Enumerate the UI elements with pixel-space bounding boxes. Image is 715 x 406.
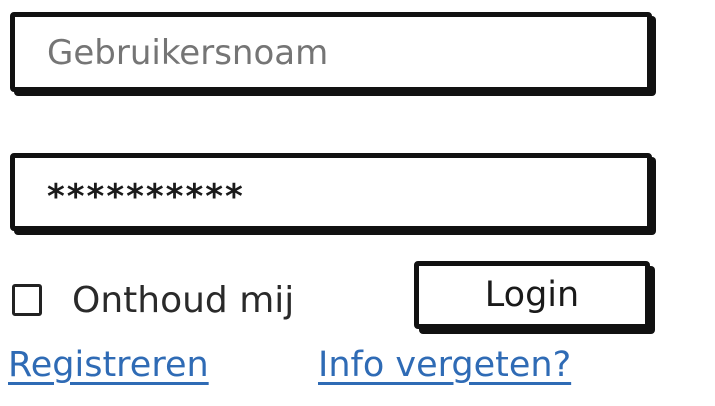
register-link[interactable]: Registreren (8, 345, 209, 385)
forgot-info-link[interactable]: Info vergeten? (318, 345, 571, 385)
password-field-box[interactable] (10, 153, 652, 231)
password-input[interactable] (15, 158, 647, 226)
username-input[interactable] (15, 17, 647, 87)
remember-me-checkbox[interactable] (12, 284, 42, 316)
remember-me-toggle[interactable]: Onthoud mij (12, 276, 294, 324)
login-button[interactable]: Login (414, 261, 650, 329)
username-field-box[interactable] (10, 12, 652, 92)
remember-me-label: Onthoud mij (72, 279, 295, 321)
